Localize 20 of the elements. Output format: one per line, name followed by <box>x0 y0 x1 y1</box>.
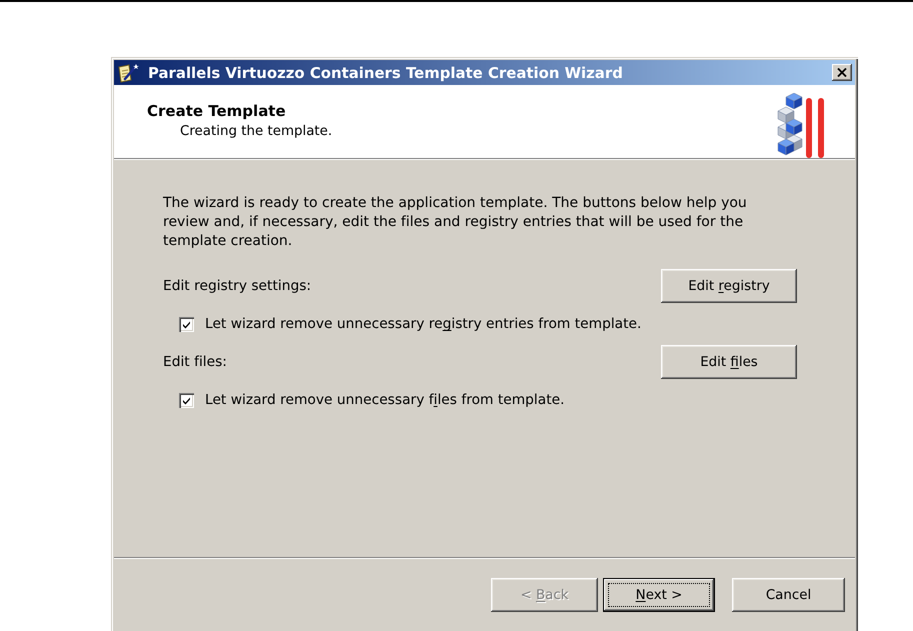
intro-text: The wizard is ready to create the application template. The buttons below help you review and, if necessary, edit the files and registry entries that will be used for the template creation. <box>163 194 748 251</box>
cancel-button[interactable]: Cancel <box>732 578 845 612</box>
section-label: Edit registry settings: <box>163 277 312 295</box>
close-icon <box>837 68 847 77</box>
checkbox-label[interactable]: Let wizard remove unnecessary files from template. <box>205 391 565 409</box>
cubes-logo <box>775 93 825 159</box>
close-button[interactable] <box>832 64 852 81</box>
checkmark-icon <box>182 320 191 328</box>
page-title: Create Template <box>147 102 287 120</box>
edit-button[interactable]: Edit files <box>661 345 797 379</box>
window-title: Parallels Virtuozzo Containers Template Creation Wizard <box>148 64 623 82</box>
edit-button[interactable]: Edit registry <box>661 269 797 303</box>
wand-icon <box>117 62 139 82</box>
checkmark-icon <box>182 396 191 404</box>
checkbox[interactable] <box>179 316 194 332</box>
checkbox-label[interactable]: Let wizard remove unnecessary registry entries from template. <box>205 315 642 333</box>
checkbox[interactable] <box>179 392 194 408</box>
page-subtitle: Creating the template. <box>180 123 332 141</box>
next-button[interactable]: Next > <box>603 578 715 612</box>
section-label: Edit files: <box>163 353 227 371</box>
